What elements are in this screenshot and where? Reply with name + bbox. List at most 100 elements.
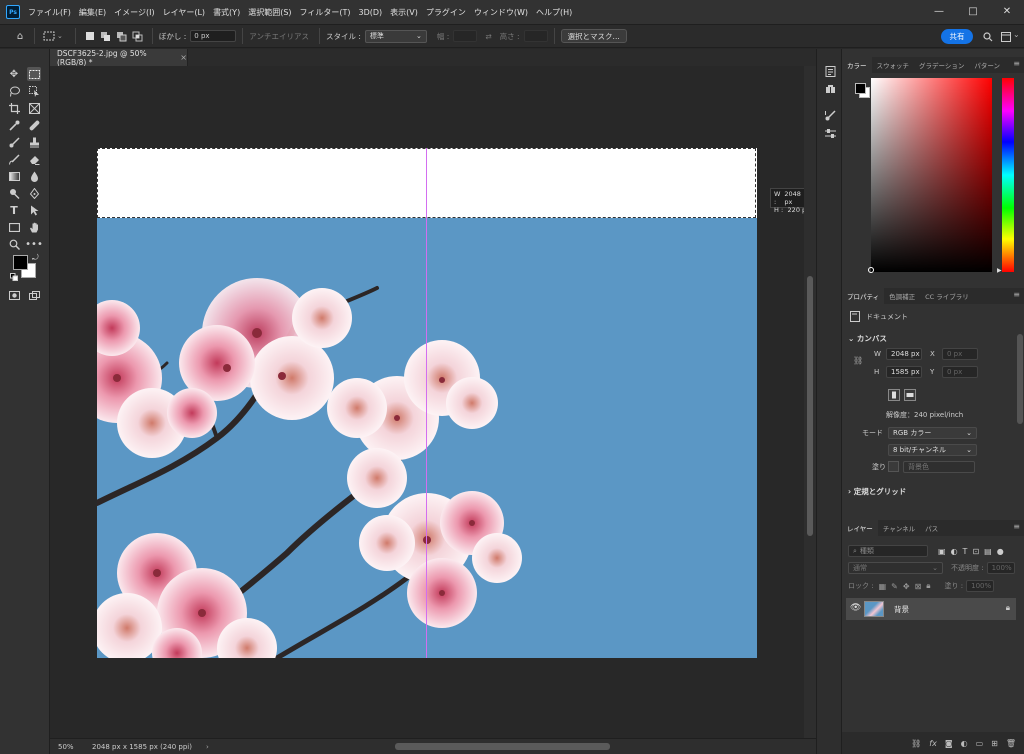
history-brush-tool-icon[interactable] <box>7 152 21 166</box>
menu-help[interactable]: ヘルプ(H) <box>532 7 576 18</box>
opacity-input[interactable]: 100% <box>986 562 1015 574</box>
layer-row[interactable]: 👁︎ 背景 🔒︎ <box>846 598 1016 620</box>
height-input[interactable] <box>523 30 548 42</box>
adjustments-panel-icon[interactable] <box>823 126 837 140</box>
hue-slider[interactable] <box>1002 78 1014 272</box>
filter-type-icon[interactable]: T <box>963 547 968 556</box>
rectangular-marquee-tool-icon[interactable] <box>27 67 41 81</box>
canvas-x-input[interactable]: 0 px <box>942 348 978 360</box>
fill-select[interactable]: 背景色 <box>903 461 975 473</box>
subtract-from-selection-icon[interactable] <box>114 28 130 44</box>
canvas-width-input[interactable]: 2048 px <box>886 348 922 360</box>
search-icon[interactable] <box>980 29 996 45</box>
blur-tool-icon[interactable] <box>27 169 41 183</box>
layer-fill-input[interactable]: 100% <box>966 580 995 592</box>
lock-all-icon[interactable]: 🔒︎ <box>926 581 930 591</box>
canvas-height-input[interactable]: 1585 px <box>886 366 922 378</box>
minimize-button[interactable]: — <box>922 0 956 22</box>
close-tab-icon[interactable]: × <box>180 53 187 62</box>
link-icon[interactable]: ⛓ <box>853 356 863 365</box>
style-select[interactable]: 標準 ⌄ <box>364 29 427 43</box>
workspace-dropdown-icon[interactable]: ⌄ <box>1013 30 1020 39</box>
tab-properties[interactable]: プロパティ <box>842 288 885 304</box>
filter-pixel-icon[interactable]: ▣ <box>938 547 946 556</box>
tab-paths[interactable]: パス <box>920 520 943 536</box>
menu-3d[interactable]: 3D(D) <box>355 8 387 17</box>
workspace-icon[interactable] <box>998 29 1014 45</box>
color-picker-cursor[interactable] <box>868 267 874 273</box>
menu-plugins[interactable]: プラグイン <box>422 7 470 18</box>
menu-image[interactable]: イメージ(I) <box>110 7 158 18</box>
menu-view[interactable]: 表示(V) <box>386 7 422 18</box>
frame-tool-icon[interactable] <box>27 101 41 115</box>
quick-mask-icon[interactable] <box>7 288 21 302</box>
new-layer-icon[interactable]: ⊞ <box>991 739 998 748</box>
tab-color[interactable]: カラー <box>842 57 872 73</box>
new-selection-icon[interactable] <box>82 28 98 44</box>
add-to-selection-icon[interactable] <box>98 28 114 44</box>
layer-name[interactable]: 背景 <box>894 604 909 615</box>
share-button[interactable]: 共有 <box>941 29 973 44</box>
menu-window[interactable]: ウィンドウ(W) <box>470 7 532 18</box>
landscape-orientation-icon[interactable] <box>904 389 916 401</box>
filter-shape-icon[interactable]: ⊡ <box>972 547 979 556</box>
menu-layer[interactable]: レイヤー(L) <box>159 7 209 18</box>
blend-mode-select[interactable]: 通常 ⌄ <box>848 562 943 574</box>
layer-search-input[interactable]: ⌕ 種類 <box>848 545 928 557</box>
menu-edit[interactable]: 編集(E) <box>75 7 110 18</box>
healing-brush-tool-icon[interactable] <box>27 118 41 132</box>
hand-tool-icon[interactable] <box>27 220 41 234</box>
lock-transparent-icon[interactable]: ▦ <box>879 582 887 591</box>
layer-lock-icon[interactable]: 🔒︎ <box>1006 603 1010 613</box>
portrait-orientation-icon[interactable] <box>888 389 900 401</box>
close-window-button[interactable]: ✕ <box>990 0 1024 22</box>
tab-gradients[interactable]: グラデーション <box>914 57 969 73</box>
maximize-button[interactable]: □ <box>956 0 990 22</box>
tab-patterns[interactable]: パターン <box>969 57 1005 73</box>
zoom-level[interactable]: 50% <box>58 743 92 751</box>
color-picker-field[interactable] <box>871 78 992 272</box>
color-mode-select[interactable]: RGB カラー ⌄ <box>888 427 977 439</box>
menu-type[interactable]: 書式(Y) <box>209 7 244 18</box>
preset-dropdown-icon[interactable]: ⌄ <box>57 32 63 40</box>
canvas-area[interactable]: W :2048 px H :220 px <box>50 66 814 738</box>
tab-channels[interactable]: チャンネル <box>878 520 920 536</box>
rectangle-tool-icon[interactable] <box>7 220 21 234</box>
width-input[interactable] <box>453 30 478 42</box>
type-tool-icon[interactable]: T <box>7 203 21 217</box>
tab-layers[interactable]: レイヤー <box>842 520 878 536</box>
filter-adjustment-icon[interactable]: ◐ <box>951 547 958 556</box>
default-colors-icon[interactable] <box>10 273 18 281</box>
path-selection-tool-icon[interactable] <box>27 203 41 217</box>
clone-stamp-tool-icon[interactable] <box>27 135 41 149</box>
menu-select[interactable]: 選択範囲(S) <box>244 7 295 18</box>
document-tab[interactable]: DSCF3625-2.jpg @ 50% (RGB/8) * × <box>50 49 188 67</box>
eraser-tool-icon[interactable] <box>27 152 41 166</box>
vertical-guide[interactable] <box>426 148 427 658</box>
canvas-y-input[interactable]: 0 px <box>942 366 978 378</box>
link-layers-icon[interactable]: ⛓ <box>911 739 921 748</box>
swap-colors-icon[interactable]: ⤾ <box>32 253 39 263</box>
canvas-section-header[interactable]: ⌄ カンバス <box>848 333 887 344</box>
lasso-tool-icon[interactable] <box>7 84 21 98</box>
dodge-tool-icon[interactable] <box>7 186 21 200</box>
panel-menu-icon[interactable]: ≡ <box>1013 59 1020 68</box>
object-selection-tool-icon[interactable] <box>27 84 41 98</box>
menu-filter[interactable]: フィルター(T) <box>296 7 355 18</box>
document-canvas[interactable] <box>97 148 757 658</box>
lock-artboard-icon[interactable]: ⊠ <box>915 582 922 591</box>
more-tools-icon[interactable]: ••• <box>25 237 43 251</box>
fill-color-swatch[interactable] <box>888 461 899 472</box>
panel-menu-icon[interactable]: ≡ <box>1013 522 1020 531</box>
brush-tool-icon[interactable] <box>7 135 21 149</box>
move-tool-icon[interactable]: ✥ <box>7 67 21 81</box>
add-mask-icon[interactable]: ◙ <box>945 739 953 748</box>
tab-cc-libraries[interactable]: CC ライブラリ <box>920 288 974 304</box>
status-menu-arrow[interactable]: › <box>206 743 209 751</box>
hue-slider-handle[interactable]: ▶ <box>997 267 1002 274</box>
bit-depth-select[interactable]: 8 bit/チャンネル ⌄ <box>888 444 977 456</box>
layer-style-icon[interactable]: fx <box>929 739 937 748</box>
new-group-icon[interactable]: ▭ <box>976 739 984 748</box>
rectangular-marquee-preset-icon[interactable] <box>41 28 57 44</box>
menu-file[interactable]: ファイル(F) <box>24 7 75 18</box>
